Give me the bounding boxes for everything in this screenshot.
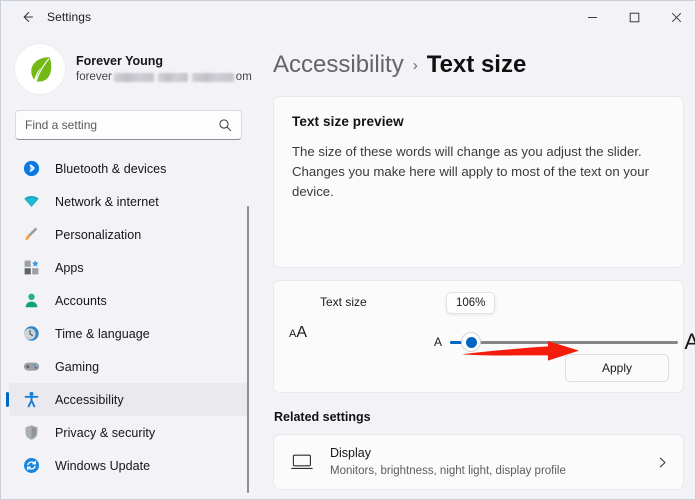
update-refresh-icon xyxy=(22,457,40,475)
text-size-preview-card: Text size preview The size of these word… xyxy=(273,96,684,268)
breadcrumb-parent[interactable]: Accessibility xyxy=(273,51,404,79)
account-person-icon xyxy=(22,292,40,310)
app-title: Settings xyxy=(47,10,92,24)
shield-icon xyxy=(22,424,40,442)
preview-title: Text size preview xyxy=(292,114,404,129)
related-setting-display-row[interactable]: Display Monitors, brightness, night ligh… xyxy=(273,434,684,490)
breadcrumb-separator: › xyxy=(412,57,418,74)
gamepad-icon xyxy=(22,358,40,376)
text-size-slider-row: A A xyxy=(434,329,695,355)
display-row-title: Display xyxy=(330,446,371,460)
apps-icon xyxy=(22,259,40,277)
sidebar-item-accounts[interactable]: Accounts xyxy=(9,284,248,317)
text-size-value-tooltip: 106% xyxy=(446,292,496,314)
back-arrow-icon xyxy=(23,12,33,22)
profile-email-prefix: forever xyxy=(76,71,112,83)
paintbrush-icon xyxy=(22,226,40,244)
sidebar-item-privacy-security[interactable]: Privacy & security xyxy=(9,416,248,449)
sidebar-item-label: Windows Update xyxy=(55,458,151,473)
user-profile[interactable]: Forever Young forever om xyxy=(15,44,256,94)
search-wrapper xyxy=(15,110,242,140)
search-input[interactable] xyxy=(25,118,218,132)
avatar xyxy=(15,44,65,94)
sidebar-item-label: Personalization xyxy=(55,227,142,242)
text-size-label: Text size xyxy=(320,295,367,309)
email-redaction-block xyxy=(191,73,234,82)
page-title: Text size xyxy=(426,51,527,78)
profile-text: Forever Young forever om xyxy=(76,53,252,85)
slider-track xyxy=(450,340,679,344)
sidebar-item-label: Accessibility xyxy=(55,392,124,407)
display-row-subtitle: Monitors, brightness, night light, displ… xyxy=(330,465,566,477)
accessibility-person-icon xyxy=(22,391,40,409)
profile-name: Forever Young xyxy=(76,54,164,68)
sidebar-item-accessibility[interactable]: Accessibility xyxy=(6,383,248,416)
leaf-avatar-icon xyxy=(31,57,52,82)
slider-min-label: A xyxy=(434,335,443,349)
sidebar-item-apps[interactable]: Apps xyxy=(9,251,248,284)
sidebar-item-label: Accounts xyxy=(55,293,107,308)
sidebar-scrollbar[interactable] xyxy=(247,206,249,493)
sidebar-item-personalization[interactable]: Personalization xyxy=(9,218,248,251)
preview-body: The size of these words will change as y… xyxy=(292,144,649,199)
window-controls xyxy=(571,1,695,33)
clock-globe-icon xyxy=(22,325,40,343)
maximize-button[interactable] xyxy=(613,1,655,33)
display-row-text: Display Monitors, brightness, night ligh… xyxy=(330,445,656,479)
sidebar-item-time-language[interactable]: Time & language xyxy=(9,317,248,350)
monitor-icon xyxy=(291,453,313,471)
sidebar-item-label: Bluetooth & devices xyxy=(55,161,167,176)
profile-email-suffix: om xyxy=(235,71,252,83)
main-content: Accessibility › Text size Text size prev… xyxy=(256,33,695,499)
title-bar: Settings xyxy=(1,1,695,33)
email-redaction-block xyxy=(157,73,188,82)
chevron-right-icon[interactable] xyxy=(656,456,669,469)
breadcrumb: Accessibility › Text size xyxy=(273,51,695,79)
sidebar-item-label: Gaming xyxy=(55,359,100,374)
related-settings-title: Related settings xyxy=(274,410,371,424)
text-size-aa-icon: AA xyxy=(289,324,308,341)
sidebar-item-label: Network & internet xyxy=(55,194,159,209)
minimize-icon xyxy=(587,16,597,18)
search-icon xyxy=(218,118,232,132)
profile-email: forever om xyxy=(76,70,252,85)
slider-thumb[interactable] xyxy=(462,333,481,351)
sidebar-item-label: Privacy & security xyxy=(55,425,156,440)
sidebar: Forever Young forever om Find a setting … xyxy=(1,33,256,499)
back-button[interactable] xyxy=(11,2,43,32)
email-redaction-block xyxy=(113,73,154,82)
slider-max-label: A xyxy=(684,329,695,355)
sidebar-item-label: Apps xyxy=(55,260,84,275)
maximize-icon xyxy=(629,12,639,22)
text-size-slider[interactable] xyxy=(450,333,679,351)
sidebar-item-network-internet[interactable]: Network & internet xyxy=(9,185,248,218)
wifi-icon xyxy=(22,193,40,211)
sidebar-item-gaming[interactable]: Gaming xyxy=(9,350,248,383)
close-icon xyxy=(671,12,681,22)
sidebar-item-label: Time & language xyxy=(55,326,150,341)
settings-window: Settings Forever Young forever om Find a… xyxy=(0,0,696,500)
sidebar-item-windows-update[interactable]: Windows Update xyxy=(9,449,248,482)
sidebar-item-bluetooth-devices[interactable]: Bluetooth & devices xyxy=(9,152,248,185)
minimize-button[interactable] xyxy=(571,1,613,33)
search-box[interactable] xyxy=(15,110,242,140)
close-button[interactable] xyxy=(655,1,695,33)
text-size-slider-card: Text size AA 106% A A Apply xyxy=(273,280,695,393)
apply-button[interactable]: Apply xyxy=(565,354,669,382)
sidebar-nav: Bluetooth & devices Network & internet P… xyxy=(1,152,256,499)
bluetooth-icon xyxy=(22,160,40,178)
